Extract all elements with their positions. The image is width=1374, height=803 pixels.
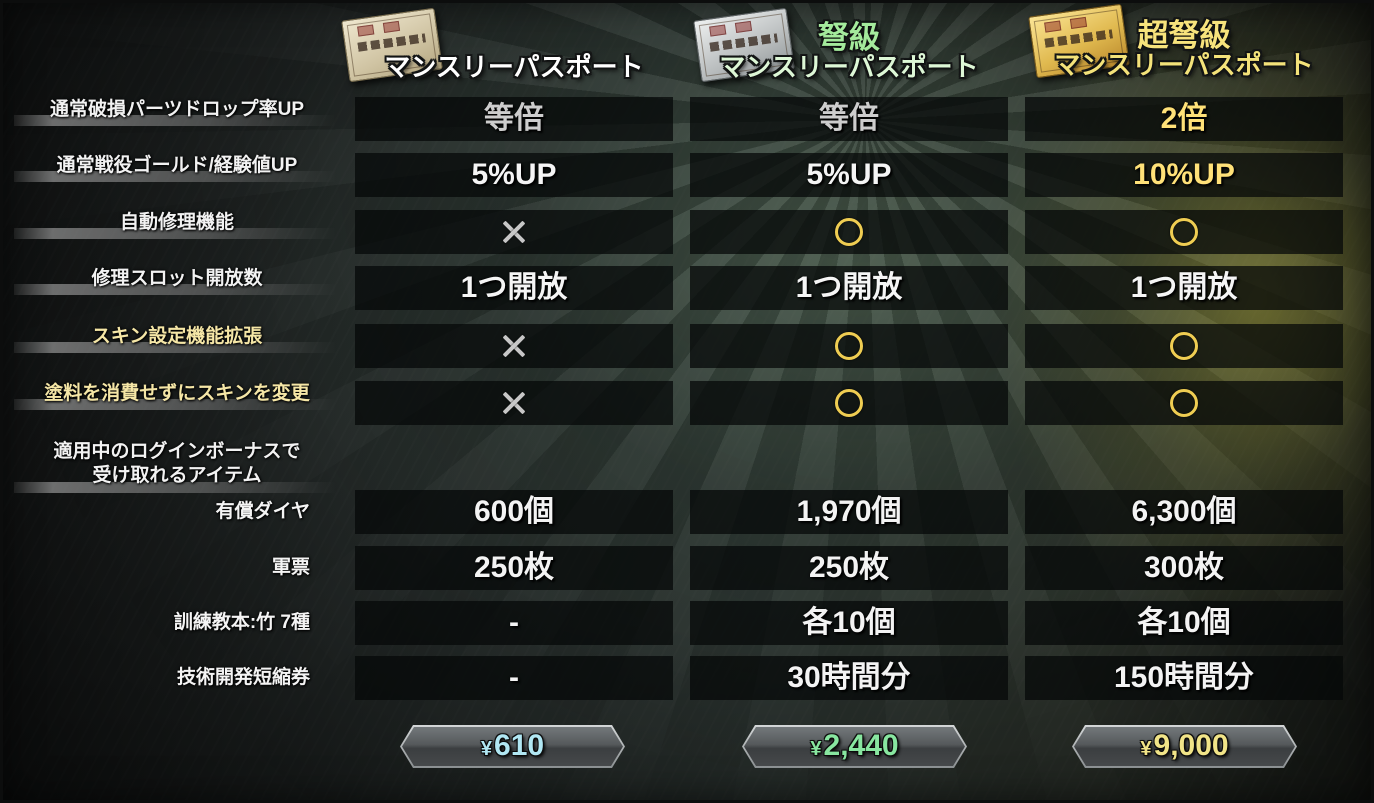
feature-value: 10%UP xyxy=(1133,158,1235,191)
feature-label: 自動修理機能 xyxy=(12,210,342,242)
bonus-value: 1,970個 xyxy=(796,495,902,528)
feature-value: 1つ開放 xyxy=(1130,271,1238,304)
bonus-item-label: 軍票 xyxy=(271,557,310,578)
price-label: ¥9,000 xyxy=(1072,725,1297,768)
bonus-item-label: 訓練教本:竹 7種 xyxy=(173,612,310,633)
price-label: ¥2,440 xyxy=(742,725,967,768)
bonus-cell-dokyu: 各10個 xyxy=(690,601,1008,645)
feature-label: 通常破損パーツドロップ率UP xyxy=(12,97,342,129)
feature-value: 2倍 xyxy=(1160,102,1208,135)
price-label: ¥610 xyxy=(400,725,625,768)
feature-label-text: 自動修理機能 xyxy=(119,212,234,233)
passport-comparison-panel: マンスリーパスポート 弩級 マンスリーパスポート 超弩級 マンスリーパスポート … xyxy=(0,0,1374,803)
bonus-value: 300枚 xyxy=(1143,551,1225,584)
feature-cell-dokyu: 5%UP xyxy=(690,153,1008,197)
feature-value: 1つ開放 xyxy=(795,271,903,304)
bonus-cell-chodokyu: 300枚 xyxy=(1025,546,1343,590)
feature-value: 等倍 xyxy=(819,102,879,135)
feature-cell-dokyu xyxy=(690,210,1008,254)
feature-cell-chodokyu xyxy=(1025,324,1343,368)
circle-mark-icon xyxy=(835,218,863,246)
price-amount: 9,000 xyxy=(1153,729,1229,762)
bonus-cell-dokyu: 30時間分 xyxy=(690,656,1008,700)
price-button-chodokyu[interactable]: ¥9,000 xyxy=(1072,725,1297,768)
cross-mark-icon xyxy=(501,333,527,359)
tier-header-standard: マンスリーパスポート xyxy=(341,0,673,96)
currency-symbol: ¥ xyxy=(1140,738,1152,760)
tier-header-chodokyu: 超弩級 マンスリーパスポート xyxy=(1025,0,1343,96)
bonus-cell-standard: 250枚 xyxy=(355,546,673,590)
bonus-cell-dokyu: 250枚 xyxy=(690,546,1008,590)
feature-cell-dokyu xyxy=(690,324,1008,368)
currency-symbol: ¥ xyxy=(480,738,493,760)
bonus-value: 6,300個 xyxy=(1131,495,1237,528)
bonus-cell-chodokyu: 6,300個 xyxy=(1025,490,1343,534)
feature-value: 5%UP xyxy=(806,158,892,191)
circle-mark-icon xyxy=(1170,218,1198,246)
bonus-item-label: 技術開発短縮券 xyxy=(176,667,310,688)
feature-label-text: 通常戦役ゴールド/経験値UP xyxy=(56,155,298,176)
feature-label: 通常戦役ゴールド/経験値UP xyxy=(12,153,342,185)
feature-label-text: 修理スロット開放数 xyxy=(91,268,263,289)
login-bonus-heading: 適用中のログインボーナスで 受け取れるアイテム xyxy=(12,440,342,496)
feature-cell-chodokyu: 2倍 xyxy=(1025,97,1343,141)
feature-label: 塗料を消費せずにスキンを変更 xyxy=(12,381,342,413)
feature-cell-dokyu: 等倍 xyxy=(690,97,1008,141)
bonus-cell-standard: 600個 xyxy=(355,490,673,534)
price-button-standard[interactable]: ¥610 xyxy=(400,725,625,768)
circle-mark-icon xyxy=(1170,332,1198,360)
feature-cell-chodokyu xyxy=(1025,381,1343,425)
feature-label-text: スキン設定機能拡張 xyxy=(91,326,263,347)
feature-cell-standard: 1つ開放 xyxy=(355,266,673,310)
feature-label: 修理スロット開放数 xyxy=(12,266,342,298)
bonus-cell-standard: - xyxy=(355,656,673,700)
feature-value: 5%UP xyxy=(471,158,557,191)
bonus-value: 250枚 xyxy=(473,551,555,584)
login-bonus-heading-line2: 受け取れるアイテム xyxy=(92,465,262,486)
feature-cell-standard xyxy=(355,324,673,368)
feature-cell-chodokyu xyxy=(1025,210,1343,254)
feature-label-text: 塗料を消費せずにスキンを変更 xyxy=(44,383,310,404)
feature-cell-standard: 等倍 xyxy=(355,97,673,141)
bonus-value: 各10個 xyxy=(1137,606,1231,639)
price-amount: 2,440 xyxy=(823,729,899,762)
cross-mark-icon xyxy=(501,219,527,245)
price-amount: 610 xyxy=(494,729,545,762)
tier-name: マンスリーパスポート xyxy=(719,52,979,82)
login-bonus-heading-line1: 適用中のログインボーナスで xyxy=(53,441,301,462)
feature-cell-standard: 5%UP xyxy=(355,153,673,197)
bonus-cell-standard: - xyxy=(355,601,673,645)
tier-header-dokyu: 弩級 マンスリーパスポート xyxy=(690,0,1008,96)
bonus-value: 250枚 xyxy=(808,551,890,584)
bonus-cell-dokyu: 1,970個 xyxy=(690,490,1008,534)
currency-symbol: ¥ xyxy=(810,738,822,760)
feature-cell-dokyu: 1つ開放 xyxy=(690,266,1008,310)
feature-value: 1つ開放 xyxy=(460,271,568,304)
circle-mark-icon xyxy=(835,389,863,417)
bonus-cell-chodokyu: 150時間分 xyxy=(1025,656,1343,700)
feature-value: 等倍 xyxy=(484,102,544,135)
feature-label: スキン設定機能拡張 xyxy=(12,324,342,356)
bonus-cell-chodokyu: 各10個 xyxy=(1025,601,1343,645)
feature-cell-standard xyxy=(355,381,673,425)
feature-cell-chodokyu: 1つ開放 xyxy=(1025,266,1343,310)
tier-name: マンスリーパスポート xyxy=(1054,50,1314,80)
bonus-value: 600個 xyxy=(473,495,555,528)
bonus-value: - xyxy=(509,606,519,639)
feature-label-text: 通常破損パーツドロップ率UP xyxy=(49,99,304,120)
bonus-value: - xyxy=(509,661,519,694)
bonus-value: 150時間分 xyxy=(1113,661,1255,694)
bonus-item-label: 有償ダイヤ xyxy=(215,501,310,522)
price-button-dokyu[interactable]: ¥2,440 xyxy=(742,725,967,768)
feature-cell-chodokyu: 10%UP xyxy=(1025,153,1343,197)
circle-mark-icon xyxy=(835,332,863,360)
tier-name: マンスリーパスポート xyxy=(384,52,644,82)
bonus-value: 各10個 xyxy=(802,606,896,639)
circle-mark-icon xyxy=(1170,389,1198,417)
cross-mark-icon xyxy=(501,390,527,416)
feature-cell-standard xyxy=(355,210,673,254)
feature-cell-dokyu xyxy=(690,381,1008,425)
bonus-value: 30時間分 xyxy=(787,661,911,694)
